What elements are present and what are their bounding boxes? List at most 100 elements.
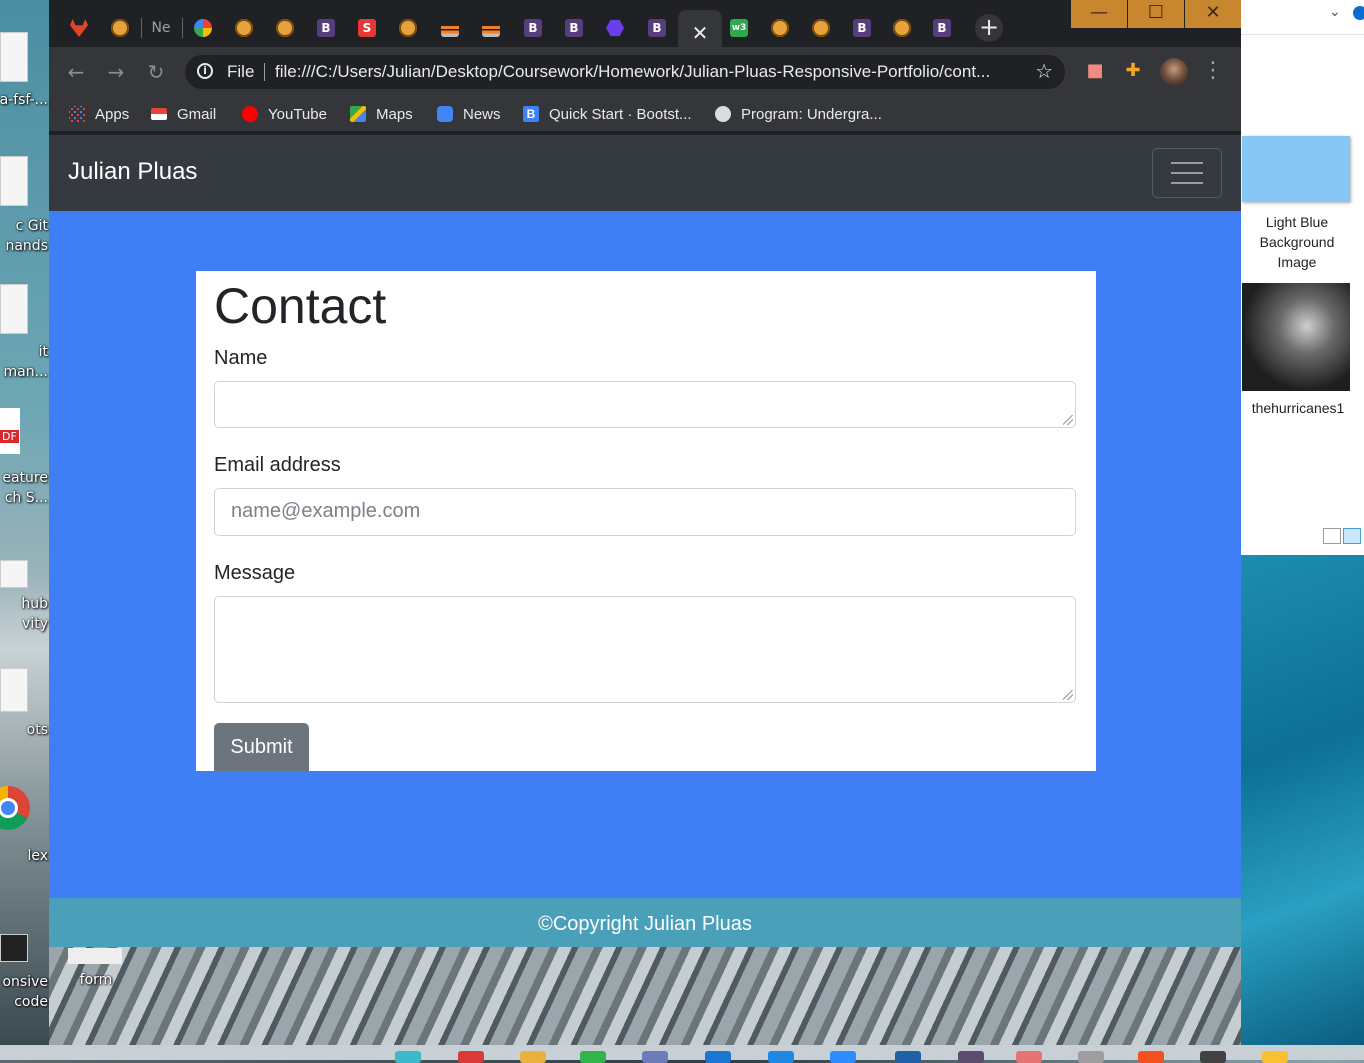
gitlab-icon	[70, 19, 88, 37]
navbar-brand[interactable]: Julian Pluas	[68, 158, 197, 186]
tab[interactable]	[888, 10, 916, 46]
details-view-icon[interactable]	[1323, 528, 1341, 544]
folder-icon[interactable]	[520, 1051, 546, 1063]
desktop-file-icon[interactable]	[0, 32, 28, 82]
s-icon: S	[358, 19, 376, 37]
taskbar-app-icon[interactable]	[1262, 1051, 1288, 1063]
desktop-file-icon[interactable]	[0, 284, 28, 334]
screen-record-icon[interactable]: ■	[1083, 59, 1107, 83]
contact-card: Contact Name Email address name@example.…	[196, 271, 1096, 771]
tab[interactable]: S	[353, 10, 381, 46]
tab[interactable]	[601, 10, 629, 46]
taskbar-app-icon[interactable]	[395, 1051, 421, 1063]
menu-icon[interactable]: ⋮	[1201, 59, 1225, 83]
w3schools-icon: w3	[730, 19, 748, 37]
name-field[interactable]	[214, 381, 1076, 428]
resize-handle[interactable]	[1063, 690, 1073, 700]
tab[interactable]	[230, 10, 258, 46]
tab[interactable]	[807, 10, 835, 46]
bookmark-bootstrap[interactable]: B Quick Start · Bootst...	[523, 104, 692, 124]
taskbar-app-icon[interactable]	[958, 1051, 984, 1063]
google-icon	[194, 19, 212, 37]
info-icon[interactable]: i	[197, 63, 213, 79]
taskbar-app-icon[interactable]	[895, 1051, 921, 1063]
calendar-icon[interactable]	[768, 1051, 794, 1063]
bookmark-label: Quick Start · Bootst...	[549, 105, 692, 123]
tab[interactable]: B	[560, 10, 588, 46]
taskbar-app-icon[interactable]	[1138, 1051, 1164, 1063]
thumbnail-label[interactable]: Light Blue Background Image	[1241, 212, 1353, 272]
chevron-down-icon[interactable]: ⌄	[1329, 4, 1341, 20]
forward-icon[interactable]: →	[102, 59, 130, 87]
close-tab-icon[interactable]: ✕	[692, 21, 709, 45]
bookmark-label: YouTube	[268, 105, 327, 123]
tab[interactable]: B	[519, 10, 547, 46]
bookmark-apps[interactable]: Apps	[69, 104, 129, 124]
close-window-button[interactable]: ✕	[1185, 0, 1241, 28]
taskbar-app-icon[interactable]	[642, 1051, 668, 1063]
news-icon	[437, 106, 453, 122]
profile-avatar[interactable]	[1160, 58, 1188, 86]
tab[interactable]	[65, 10, 93, 46]
desktop-file-icon[interactable]	[0, 560, 28, 588]
image-thumbnail[interactable]	[1242, 283, 1350, 391]
tab[interactable]	[271, 10, 299, 46]
resize-handle[interactable]	[1063, 415, 1073, 425]
email-field[interactable]: name@example.com	[214, 488, 1076, 536]
globe-icon	[235, 19, 253, 37]
reload-icon[interactable]: ↻	[142, 59, 170, 87]
image-thumbnail[interactable]	[1242, 136, 1350, 202]
divider	[1241, 34, 1364, 35]
message-field[interactable]	[214, 596, 1076, 703]
url-text[interactable]: file:///C:/Users/Julian/Desktop/Coursewo…	[275, 62, 990, 82]
desktop-icon-label: c Git	[15, 218, 48, 234]
taskbar-app-icon[interactable]	[580, 1051, 606, 1063]
pdf-file-icon[interactable]: DF	[0, 408, 20, 454]
tab[interactable]	[436, 10, 464, 46]
bookmark-program[interactable]: Program: Undergra...	[715, 104, 882, 124]
bookmark-maps[interactable]: Maps	[350, 104, 413, 124]
bookmark-news[interactable]: News	[437, 104, 501, 124]
form-file-icon[interactable]	[68, 948, 122, 964]
tab[interactable]	[106, 10, 134, 46]
minimize-button[interactable]: —	[1071, 0, 1127, 28]
help-icon[interactable]	[1353, 6, 1364, 20]
maximize-button[interactable]: ☐	[1128, 0, 1184, 28]
desktop-file-icon[interactable]	[0, 668, 28, 712]
bookmark-gmail[interactable]: Gmail	[151, 104, 216, 124]
tab[interactable]	[189, 10, 217, 46]
footer: ©Copyright Julian Pluas	[49, 898, 1241, 947]
taskbar-app-icon[interactable]	[830, 1051, 856, 1063]
taskbar-app-icon[interactable]	[458, 1051, 484, 1063]
tab[interactable]: B	[312, 10, 340, 46]
address-bar[interactable]: i File file:///C:/Users/Julian/Desktop/C…	[185, 55, 1065, 89]
desktop-file-icon[interactable]	[0, 156, 28, 206]
submit-button[interactable]: Submit	[214, 723, 309, 771]
navbar-toggler-button[interactable]	[1152, 148, 1222, 198]
tab[interactable]: B	[848, 10, 876, 46]
extensions-icon[interactable]: ✚	[1121, 59, 1145, 83]
thumbnail-label[interactable]: thehurricanes1	[1241, 400, 1355, 416]
taskbar-app-icon[interactable]	[705, 1051, 731, 1063]
tab[interactable]	[394, 10, 422, 46]
tab[interactable]: B	[643, 10, 671, 46]
tab[interactable]	[477, 10, 505, 46]
new-tab-button[interactable]: +	[975, 14, 1003, 42]
tab[interactable]: w3	[725, 10, 753, 46]
taskbar-app-icon[interactable]	[1078, 1051, 1104, 1063]
large-icons-view-icon[interactable]	[1343, 528, 1361, 544]
desktop-icon-label: it	[38, 344, 48, 360]
taskbar-app-icon[interactable]	[1200, 1051, 1226, 1063]
taskbar-app-icon[interactable]	[1016, 1051, 1042, 1063]
tab[interactable]: B	[928, 10, 956, 46]
desktop-file-icon[interactable]	[0, 934, 28, 962]
bookmark-star-icon[interactable]: ☆	[1035, 59, 1053, 83]
tab[interactable]	[766, 10, 794, 46]
tab[interactable]: Ne	[147, 10, 175, 46]
divider	[264, 63, 265, 81]
bookmark-label: News	[463, 105, 501, 123]
globe-icon	[399, 19, 417, 37]
chrome-icon[interactable]	[0, 786, 30, 830]
bookmark-youtube[interactable]: YouTube	[242, 104, 327, 124]
back-icon[interactable]: ←	[62, 59, 90, 87]
